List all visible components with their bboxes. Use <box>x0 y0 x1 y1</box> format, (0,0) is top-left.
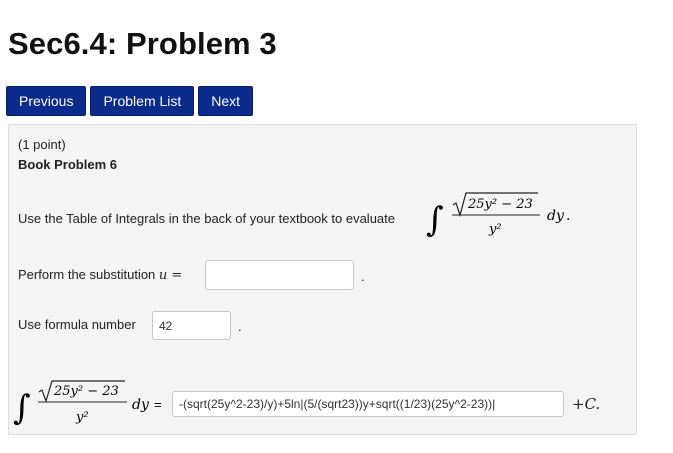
formula-number-input[interactable] <box>152 311 231 340</box>
numerator-radicand: 25y² − 23 <box>467 197 533 212</box>
differential: dy <box>547 208 565 224</box>
answer-input[interactable] <box>172 391 564 417</box>
plus-c-label: +C. <box>572 395 601 413</box>
answer-integral-sign: ∫ <box>13 388 31 428</box>
answer-equals: = <box>154 397 162 412</box>
problem-nav: Previous Problem List Next <box>6 86 257 116</box>
substitution-instruction: Perform the substitution u = <box>18 267 182 283</box>
problem-list-button[interactable]: Problem List <box>90 86 195 116</box>
problem-points: (1 point) <box>18 137 66 152</box>
substitution-label: Perform the substitution <box>18 267 156 282</box>
answer-numerator-radicand: 25y² − 23 <box>53 384 119 399</box>
integral-expression: ∫ 25y² − 23 y² dy . <box>426 192 570 240</box>
answer-integral-expression: ∫ 25y² − 23 y² dy = <box>13 380 162 428</box>
integral-sign: ∫ <box>426 200 444 240</box>
page-title: Sec6.4: Problem 3 <box>8 26 277 61</box>
formula-label: Use formula number <box>18 317 136 332</box>
evaluate-instruction: Use the Table of Integrals in the back o… <box>18 211 395 226</box>
problem-panel: (1 point) Book Problem 6 Use the Table o… <box>8 124 637 435</box>
problem-heading: Book Problem 6 <box>18 157 117 172</box>
substitution-input[interactable] <box>205 260 354 290</box>
answer-denominator: y² <box>75 410 89 425</box>
denominator: y² <box>488 222 502 237</box>
formula-period: . <box>238 319 242 334</box>
previous-button[interactable]: Previous <box>6 86 87 116</box>
substitution-variable: u = <box>158 268 183 283</box>
sentence-period: . <box>566 208 570 224</box>
next-button[interactable]: Next <box>198 86 254 116</box>
answer-differential: dy <box>132 397 150 413</box>
substitution-period: . <box>361 269 365 284</box>
